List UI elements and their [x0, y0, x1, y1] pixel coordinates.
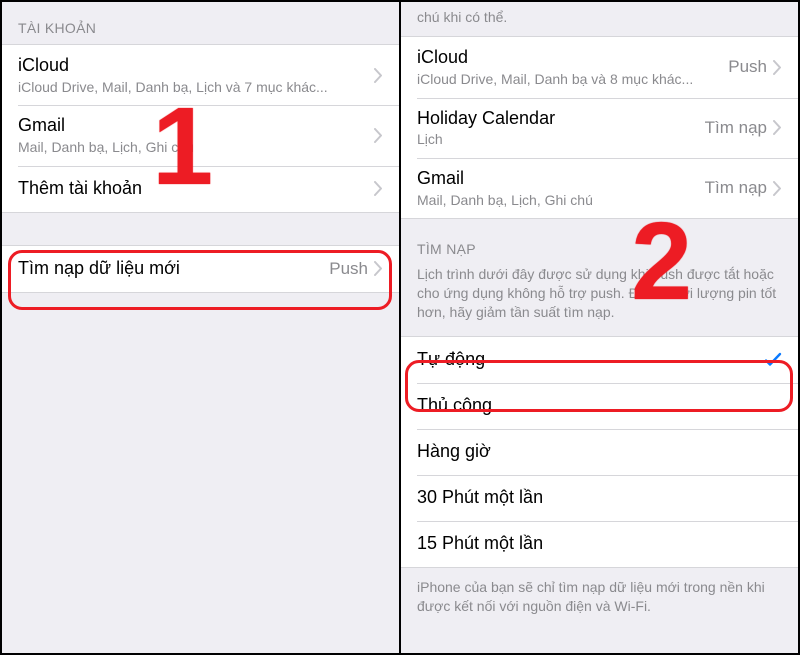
option-label: 30 Phút một lần	[417, 487, 782, 509]
account-schedule-value: Tìm nạp	[705, 178, 767, 198]
fetch-account-row-gmail[interactable]: Gmail Mail, Danh bạ, Lịch, Ghi chú Tìm n…	[401, 158, 798, 218]
accounts-section-header: TÀI KHOẢN	[2, 2, 399, 44]
account-title: iCloud	[417, 47, 728, 69]
account-subtitle: Mail, Danh bạ, Lịch, Ghi chú	[417, 192, 705, 209]
schedule-option-15min[interactable]: 15 Phút một lần	[401, 521, 798, 567]
account-subtitle: Lịch	[417, 131, 705, 148]
account-subtitle: iCloud Drive, Mail, Danh bạ và 8 mục khá…	[417, 71, 728, 88]
fetch-settings-screen: chú khi có thể. iCloud iCloud Drive, Mai…	[401, 2, 798, 653]
chevron-right-icon	[374, 261, 383, 276]
chevron-right-icon	[374, 68, 383, 83]
accounts-settings-screen: TÀI KHOẢN iCloud iCloud Drive, Mail, Dan…	[2, 2, 401, 653]
fetch-group: Tìm nạp dữ liệu mới Push	[2, 245, 399, 293]
account-title: Gmail	[417, 168, 705, 190]
fetch-section-header: TÌM NẠP	[401, 219, 798, 265]
accounts-list: iCloud iCloud Drive, Mail, Danh bạ, Lịch…	[2, 44, 399, 213]
fetch-row-title: Tìm nạp dữ liệu mới	[18, 258, 329, 280]
add-account-row[interactable]: Thêm tài khoản	[2, 166, 399, 212]
fetch-account-row-holiday[interactable]: Holiday Calendar Lịch Tìm nạp	[401, 98, 798, 158]
option-label: Hàng giờ	[417, 441, 782, 463]
account-schedule-value: Tìm nạp	[705, 118, 767, 138]
schedule-option-manual[interactable]: Thủ công	[401, 383, 798, 429]
option-label: Tự động	[417, 349, 764, 371]
chevron-right-icon	[374, 128, 383, 143]
account-subtitle: iCloud Drive, Mail, Danh bạ, Lịch và 7 m…	[18, 79, 374, 96]
truncated-header-text: chú khi có thể.	[401, 2, 798, 36]
chevron-right-icon	[374, 181, 383, 196]
option-label: Thủ công	[417, 395, 782, 417]
fetch-row-value: Push	[329, 259, 368, 279]
account-title: Holiday Calendar	[417, 108, 705, 130]
schedule-option-hourly[interactable]: Hàng giờ	[401, 429, 798, 475]
chevron-right-icon	[773, 60, 782, 75]
fetch-schedule-options: Tự động Thủ công Hàng giờ 30 Phút một lầ…	[401, 336, 798, 568]
fetch-bottom-note: iPhone của bạn sẽ chỉ tìm nạp dữ liệu mớ…	[401, 568, 798, 630]
account-title: Gmail	[18, 115, 374, 137]
fetch-new-data-row[interactable]: Tìm nạp dữ liệu mới Push	[2, 246, 399, 292]
fetch-accounts-list: iCloud iCloud Drive, Mail, Danh bạ và 8 …	[401, 36, 798, 219]
account-schedule-value: Push	[728, 57, 767, 77]
option-label: 15 Phút một lần	[417, 533, 782, 555]
fetch-account-row-icloud[interactable]: iCloud iCloud Drive, Mail, Danh bạ và 8 …	[401, 37, 798, 97]
screenshot-frame: TÀI KHOẢN iCloud iCloud Drive, Mail, Dan…	[0, 0, 800, 655]
fetch-section-description: Lịch trình dưới đây được sử dụng khi pus…	[401, 265, 798, 336]
chevron-right-icon	[773, 120, 782, 135]
checkmark-icon	[764, 351, 782, 369]
schedule-option-auto[interactable]: Tự động	[401, 337, 798, 383]
add-account-label: Thêm tài khoản	[18, 178, 374, 200]
chevron-right-icon	[773, 181, 782, 196]
account-row-icloud[interactable]: iCloud iCloud Drive, Mail, Danh bạ, Lịch…	[2, 45, 399, 105]
schedule-option-30min[interactable]: 30 Phút một lần	[401, 475, 798, 521]
account-row-gmail[interactable]: Gmail Mail, Danh bạ, Lịch, Ghi chú	[2, 105, 399, 165]
account-title: iCloud	[18, 55, 374, 77]
account-subtitle: Mail, Danh bạ, Lịch, Ghi chú	[18, 139, 374, 156]
